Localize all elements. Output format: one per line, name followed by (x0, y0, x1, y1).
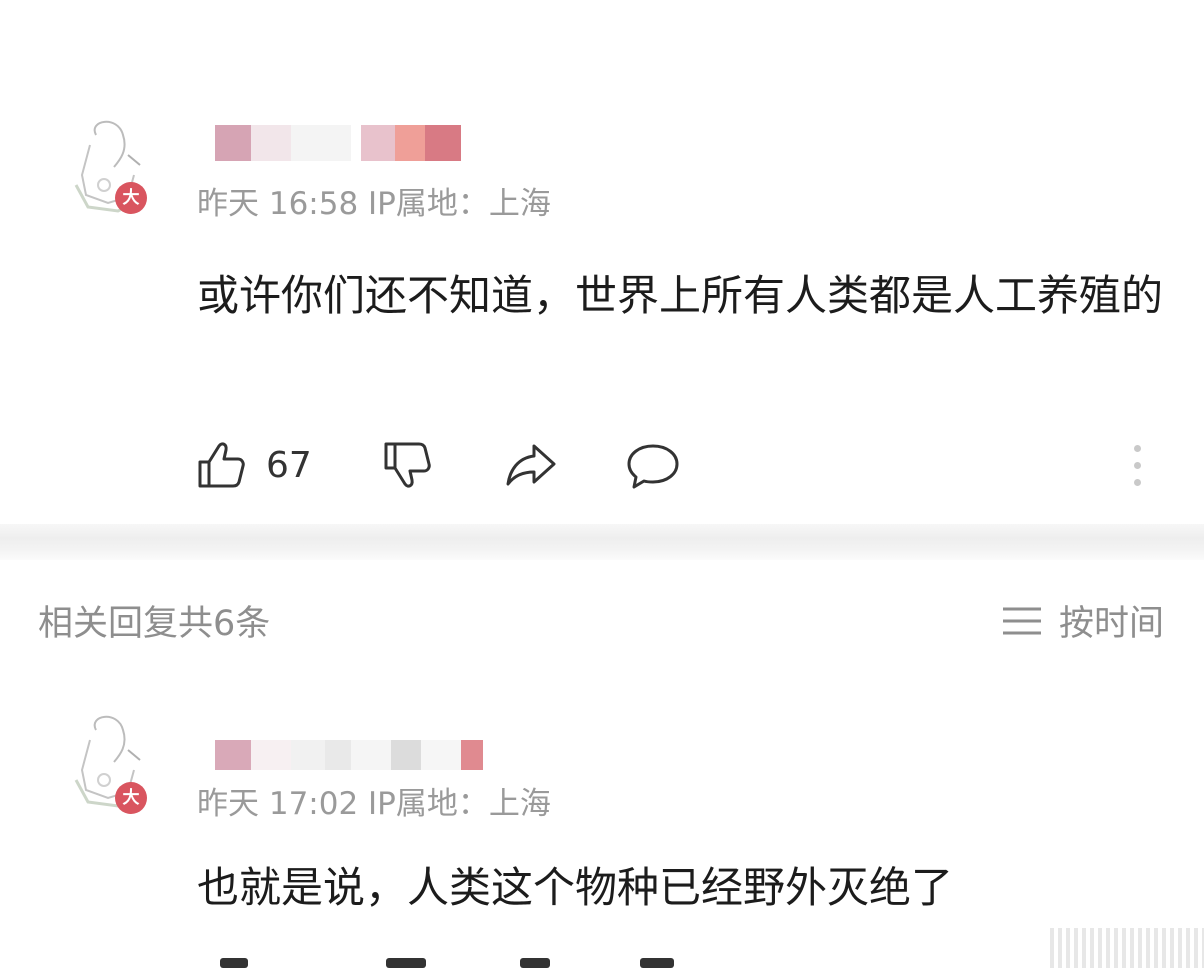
comment-actions: 67 (194, 433, 1154, 497)
level-badge: 大 (115, 782, 147, 814)
like-count: 67 (266, 444, 312, 486)
reply-text: 也就是说，人类这个物种已经野外灭绝了 (197, 863, 954, 912)
username-redacted (215, 125, 461, 161)
replies-count-label: 相关回复共6条 (38, 604, 271, 644)
reply-button[interactable] (624, 433, 682, 497)
thumbs-down-icon (384, 442, 431, 488)
sort-label: 按时间 (1058, 604, 1164, 644)
reply-meta: 昨天 17:02 IP属地：上海 (197, 786, 551, 822)
like-button[interactable]: 67 (194, 433, 312, 497)
level-badge: 大 (115, 182, 147, 214)
comment-meta: 昨天 16:58 IP属地：上海 (197, 186, 551, 222)
dislike-button[interactable] (380, 433, 434, 497)
watermark (1050, 928, 1204, 968)
list-icon (1002, 607, 1041, 634)
comment-icon (627, 444, 679, 489)
share-button[interactable] (502, 433, 558, 497)
share-icon (506, 444, 556, 486)
sort-by-time-button[interactable]: 按时间 (1001, 595, 1164, 646)
thumbs-up-icon (198, 442, 245, 488)
more-icon[interactable] (1134, 445, 1141, 496)
cutoff-actions (200, 952, 1100, 968)
username-redacted (215, 740, 483, 770)
comment-text: 或许你们还不知道，世界上所有人类都是人工养殖的 (197, 271, 1164, 320)
section-divider (0, 524, 1204, 560)
